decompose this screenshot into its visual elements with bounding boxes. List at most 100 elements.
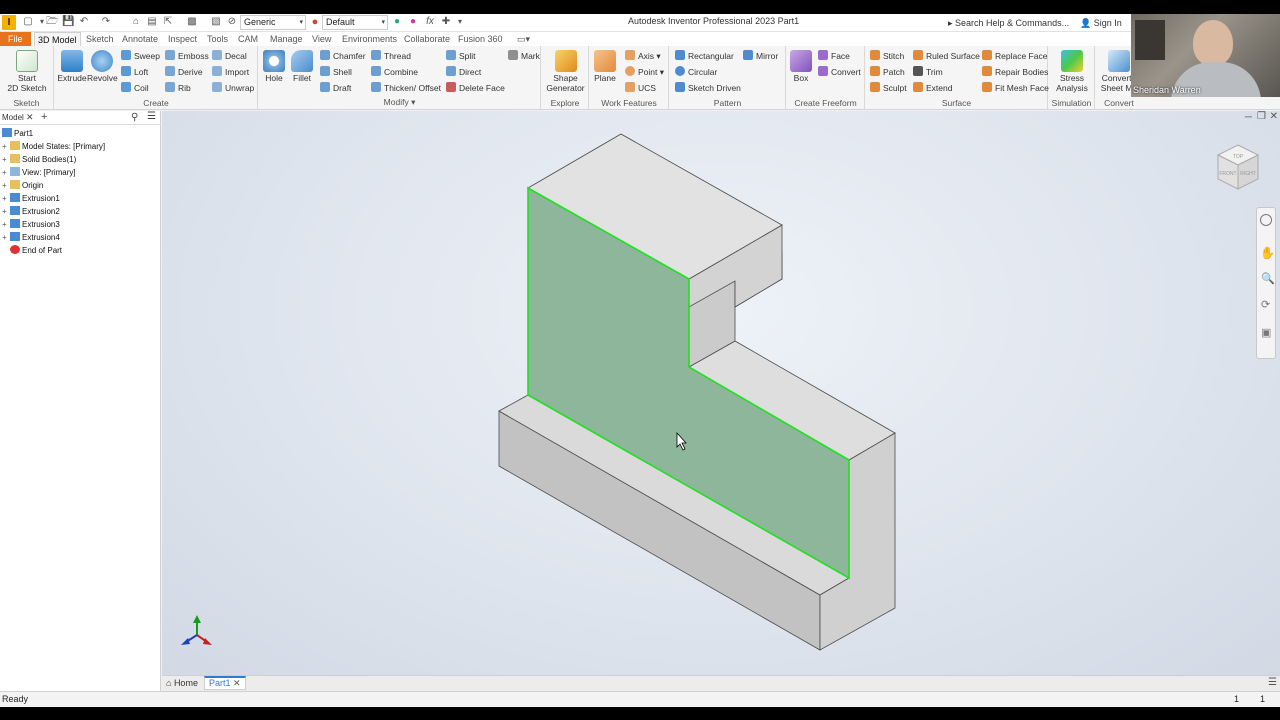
- color-override-icon[interactable]: ●: [391, 16, 403, 28]
- menu-icon[interactable]: ☰: [147, 111, 156, 122]
- tab-3d-model[interactable]: 3D Model: [34, 32, 81, 46]
- new-file-icon[interactable]: ▢: [22, 16, 34, 28]
- search-icon[interactable]: ⚲: [131, 112, 138, 123]
- direct-button[interactable]: Direct: [446, 65, 481, 79]
- sign-in-button[interactable]: 👤 Sign In: [1080, 16, 1122, 30]
- freeform-convert-button[interactable]: Convert: [818, 65, 861, 79]
- browser-tab-model[interactable]: Model: [2, 113, 24, 122]
- ribbon-display-toggle-icon[interactable]: ▭▾: [514, 32, 533, 46]
- clear-appearance-icon[interactable]: ●: [407, 16, 419, 28]
- thicken-offset-button[interactable]: Thicken/ Offset: [371, 81, 441, 95]
- close-tab-icon[interactable]: ✕: [26, 112, 34, 123]
- rib-button[interactable]: Rib: [165, 81, 191, 95]
- revolve-button[interactable]: Revolve: [87, 50, 118, 83]
- undo-icon[interactable]: ↶: [78, 16, 90, 28]
- mark-button[interactable]: Mark: [508, 49, 540, 63]
- look-at-icon[interactable]: ▣: [1261, 326, 1271, 339]
- plane-button[interactable]: Plane: [592, 50, 618, 83]
- customize-caret-icon[interactable]: ▾: [454, 16, 466, 28]
- chamfer-button[interactable]: Chamfer: [320, 49, 366, 63]
- update-icon[interactable]: ▩: [186, 16, 198, 28]
- emboss-button[interactable]: Emboss: [165, 49, 209, 63]
- tab-tools[interactable]: Tools: [204, 32, 231, 46]
- tab-sketch[interactable]: Sketch: [83, 32, 117, 46]
- open-icon[interactable]: 🗁: [46, 16, 58, 28]
- add-tab-icon[interactable]: +: [41, 111, 47, 123]
- fillet-button[interactable]: Fillet: [288, 50, 316, 83]
- tab-annotate[interactable]: Annotate: [119, 32, 161, 46]
- tree-node-extrusion4[interactable]: + Extrusion4: [2, 231, 60, 244]
- coil-button[interactable]: Coil: [121, 81, 149, 95]
- freeform-box-button[interactable]: Box: [788, 50, 814, 83]
- inventor-app-icon[interactable]: I: [2, 15, 16, 30]
- restore-viewport-icon[interactable]: ❐: [1257, 111, 1266, 122]
- tab-collaborate[interactable]: Collaborate: [401, 32, 453, 46]
- ucs-button[interactable]: UCS: [625, 81, 656, 95]
- thread-button[interactable]: Thread: [371, 49, 411, 63]
- tree-node-extrusion1[interactable]: + Extrusion1: [2, 192, 60, 205]
- replace-face-button[interactable]: Replace Face: [982, 49, 1047, 63]
- close-icon[interactable]: ✕: [233, 678, 241, 688]
- redo-icon[interactable]: ↷: [100, 16, 112, 28]
- search-help-input[interactable]: ▸ Search Help & Commands...: [948, 16, 1074, 30]
- import-button[interactable]: Import: [212, 65, 249, 79]
- tab-menu-icon[interactable]: ☰: [1268, 677, 1277, 688]
- minimize-viewport-icon[interactable]: ─: [1245, 112, 1252, 123]
- expand-icon[interactable]: +: [2, 192, 10, 205]
- sweep-button[interactable]: Sweep: [121, 49, 160, 63]
- home-icon[interactable]: ⌂: [130, 16, 142, 28]
- circular-pattern-button[interactable]: Circular: [675, 65, 717, 79]
- projects-icon[interactable]: ▤: [146, 16, 158, 28]
- tree-root-part[interactable]: Part1: [2, 127, 33, 140]
- tree-node-extrusion3[interactable]: + Extrusion3: [2, 218, 60, 231]
- stitch-button[interactable]: Stitch: [870, 49, 904, 63]
- viewcube[interactable]: TOP FRONT RIGHT: [1210, 141, 1266, 197]
- save-icon[interactable]: 💾: [62, 16, 74, 28]
- expand-icon[interactable]: +: [2, 166, 10, 179]
- graphics-viewport[interactable]: ─ ❐ ✕ TOP FRONT RIGHT ✋ 🔍 ⟳ ▣: [162, 111, 1280, 675]
- extrude-button[interactable]: Extrude: [57, 50, 87, 83]
- decal-button[interactable]: Decal: [212, 49, 247, 63]
- ruled-surface-button[interactable]: Ruled Surface: [913, 49, 980, 63]
- expand-icon[interactable]: +: [2, 140, 10, 153]
- home-tab[interactable]: ⌂ Home: [166, 677, 198, 690]
- zoom-icon[interactable]: 🔍: [1261, 272, 1275, 285]
- close-viewport-icon[interactable]: ✕: [1270, 111, 1278, 122]
- split-button[interactable]: Split: [446, 49, 476, 63]
- steering-wheel-icon[interactable]: [1260, 214, 1272, 226]
- sketch-driven-pattern-button[interactable]: Sketch Driven: [675, 81, 741, 95]
- orbit-icon[interactable]: ⟳: [1261, 298, 1270, 311]
- loft-button[interactable]: Loft: [121, 65, 148, 79]
- tab-file[interactable]: File: [0, 32, 31, 46]
- tree-node-solid-bodies[interactable]: + Solid Bodies(1): [2, 153, 76, 166]
- part1-tab[interactable]: Part1 ✕: [204, 676, 246, 690]
- appearance-dropdown[interactable]: Default ▾: [322, 15, 388, 30]
- combine-button[interactable]: Combine: [371, 65, 418, 79]
- stress-analysis-button[interactable]: Stress Analysis: [1051, 50, 1093, 93]
- parameters-fx-icon[interactable]: fx: [424, 16, 436, 28]
- pan-hand-icon[interactable]: ✋: [1260, 246, 1275, 260]
- hole-button[interactable]: Hole: [260, 50, 288, 83]
- no-entry-icon[interactable]: ⊘: [226, 16, 238, 28]
- start-2d-sketch-button[interactable]: Start 2D Sketch: [4, 50, 50, 93]
- tab-fusion-360[interactable]: Fusion 360: [455, 32, 506, 46]
- axis-button[interactable]: Axis ▾: [625, 49, 661, 63]
- plus-icon[interactable]: ✚: [440, 16, 452, 28]
- tree-node-model-states[interactable]: + Model States: [Primary]: [2, 140, 105, 153]
- measure-icon[interactable]: ▧: [210, 16, 222, 28]
- point-button[interactable]: Point ▾: [625, 65, 664, 79]
- mirror-button[interactable]: Mirror: [743, 49, 778, 63]
- material-dropdown[interactable]: Generic ▾: [240, 15, 306, 30]
- shell-button[interactable]: Shell: [320, 65, 352, 79]
- expand-icon[interactable]: +: [2, 231, 10, 244]
- fit-mesh-face-button[interactable]: Fit Mesh Face: [982, 81, 1049, 95]
- tree-node-origin[interactable]: + Origin: [2, 179, 43, 192]
- tab-environments[interactable]: Environments: [339, 32, 400, 46]
- extend-button[interactable]: Extend: [913, 81, 952, 95]
- shape-generator-button[interactable]: Shape Generator: [544, 50, 587, 93]
- tree-node-end-of-part[interactable]: End of Part: [2, 244, 62, 257]
- rectangular-pattern-button[interactable]: Rectangular: [675, 49, 734, 63]
- tab-cam[interactable]: CAM: [235, 32, 261, 46]
- expand-icon[interactable]: +: [2, 218, 10, 231]
- sculpt-button[interactable]: Sculpt: [870, 81, 907, 95]
